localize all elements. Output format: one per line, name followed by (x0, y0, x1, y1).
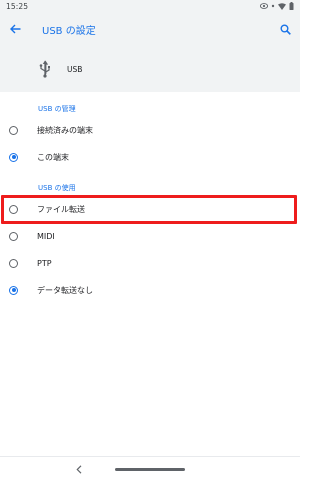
option-ptp[interactable]: PTP (0, 250, 300, 276)
device-header: USB (0, 46, 300, 92)
wifi-icon (278, 2, 286, 10)
option-label: データ転送なし (37, 285, 93, 295)
back-button[interactable] (6, 20, 24, 38)
home-handle[interactable] (115, 468, 185, 471)
status-bar: 15:25 (0, 0, 300, 12)
radio-button-checked[interactable] (9, 152, 18, 162)
nav-back-button[interactable] (74, 463, 84, 475)
option-label: この端末 (37, 152, 69, 162)
option-this-device[interactable]: この端末 (0, 144, 300, 170)
usb-icon (39, 60, 50, 78)
option-midi[interactable]: MIDI (0, 223, 300, 249)
section-header-usb-use: USB の使用 (38, 184, 76, 192)
search-button[interactable] (276, 20, 294, 38)
device-label: USB (67, 65, 83, 74)
status-time: 15:25 (6, 1, 29, 11)
option-label: MIDI (37, 231, 55, 241)
arrow-back-icon (9, 24, 20, 34)
page-title: USB の設定 (42, 26, 96, 37)
navigation-bar (0, 456, 300, 480)
dot-icon (271, 4, 275, 8)
radio-button[interactable] (9, 258, 18, 268)
highlight-box (1, 195, 297, 224)
radio-button[interactable] (9, 231, 18, 241)
radio-button[interactable] (9, 125, 18, 135)
section-header-usb-management: USB の管理 (38, 105, 76, 113)
option-label: 接続済みの端末 (37, 125, 93, 135)
option-no-data-transfer[interactable]: データ転送なし (0, 277, 300, 303)
radio-button-checked[interactable] (9, 285, 18, 295)
chevron-left-icon (76, 464, 82, 474)
option-label: PTP (37, 258, 52, 268)
eye-icon (260, 3, 268, 9)
app-bar: USB の設定 (0, 12, 300, 46)
search-icon (280, 24, 291, 35)
battery-icon (289, 2, 294, 10)
option-connected-device[interactable]: 接続済みの端末 (0, 117, 300, 143)
status-icons (260, 2, 294, 10)
